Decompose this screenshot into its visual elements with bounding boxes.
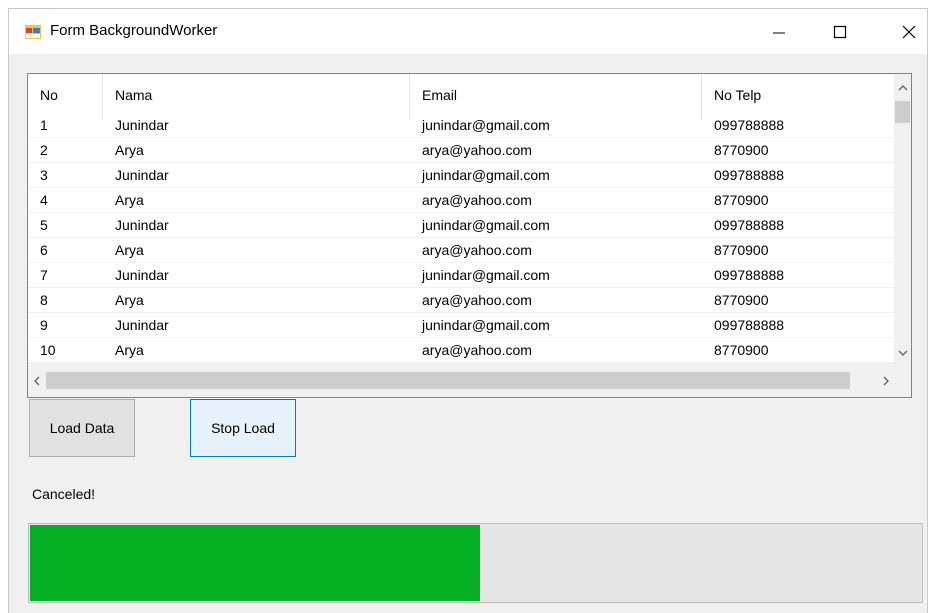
cell-email[interactable]: junindar@gmail.com [410,213,550,237]
progress-fill [30,525,480,601]
table-row[interactable]: 9 Junindar junindar@gmail.com 099788888 [28,313,896,338]
table-row[interactable]: 8 Arya arya@yahoo.com 8770900 [28,288,896,313]
cell-no-telp[interactable]: 099788888 [702,213,784,237]
cell-email[interactable]: junindar@gmail.com [410,313,550,337]
scroll-down-button[interactable] [894,344,911,361]
cell-email[interactable]: arya@yahoo.com [410,288,532,312]
vertical-scroll-thumb[interactable] [895,101,910,123]
cell-no-telp[interactable]: 8770900 [702,188,769,212]
scroll-right-button[interactable] [877,372,894,389]
cell-no[interactable]: 1 [28,113,48,137]
progress-bar [28,523,923,603]
cell-nama[interactable]: Arya [103,188,144,212]
cell-nama[interactable]: Junindar [103,263,169,287]
cell-email[interactable]: arya@yahoo.com [410,338,532,362]
scrollbar-corner [894,363,911,397]
cell-no[interactable]: 3 [28,163,48,187]
chevron-down-icon [898,350,907,356]
cell-nama[interactable]: Arya [103,138,144,162]
table-row[interactable]: 10 Arya arya@yahoo.com 8770900 [28,338,896,363]
cell-nama[interactable]: Junindar [103,213,169,237]
table-row[interactable]: 1 Junindar junindar@gmail.com 099788888 [28,113,896,138]
cell-nama[interactable]: Arya [103,238,144,262]
chevron-left-icon [33,376,39,385]
cell-no-telp[interactable]: 8770900 [702,238,769,262]
stop-load-button[interactable]: Stop Load [190,399,296,457]
chevron-right-icon [883,376,889,385]
table-row[interactable]: 6 Arya arya@yahoo.com 8770900 [28,238,896,263]
table-row[interactable]: 3 Junindar junindar@gmail.com 099788888 [28,163,896,188]
cell-no-telp[interactable]: 099788888 [702,113,784,137]
cell-email[interactable]: arya@yahoo.com [410,238,532,262]
app-form-icon [25,24,41,40]
cell-no-telp[interactable]: 8770900 [702,338,769,362]
close-icon [902,25,916,38]
load-data-button[interactable]: Load Data [29,399,135,457]
minimize-icon [773,32,785,33]
cell-no[interactable]: 7 [28,263,48,287]
maximize-icon [833,25,847,38]
app-window: Form BackgroundWorker No Nama Email No T… [8,8,928,613]
horizontal-scroll-thumb[interactable] [46,372,850,389]
cell-nama[interactable]: Junindar [103,163,169,187]
cell-email[interactable]: arya@yahoo.com [410,138,532,162]
window-title: Form BackgroundWorker [50,22,218,39]
data-grid[interactable]: No Nama Email No Telp 1 Junindar junindar@… [27,73,912,398]
cell-nama[interactable]: Arya [103,288,144,312]
chevron-up-icon [898,84,907,90]
table-row[interactable]: 7 Junindar junindar@gmail.com 099788888 [28,263,896,288]
cell-email[interactable]: arya@yahoo.com [410,188,532,212]
cell-no[interactable]: 6 [28,238,48,262]
cell-nama[interactable]: Junindar [103,113,169,137]
vertical-scrollbar[interactable] [894,74,911,363]
cell-nama[interactable]: Arya [103,338,144,362]
cell-email[interactable]: junindar@gmail.com [410,163,550,187]
cell-no-telp[interactable]: 8770900 [702,288,769,312]
table-row[interactable]: 5 Junindar junindar@gmail.com 099788888 [28,213,896,238]
cell-no[interactable]: 5 [28,213,48,237]
maximize-button[interactable] [817,9,863,54]
cell-email[interactable]: junindar@gmail.com [410,263,550,287]
horizontal-scrollbar[interactable] [28,363,894,397]
close-button[interactable] [886,9,930,54]
cell-no-telp[interactable]: 099788888 [702,263,784,287]
cell-no-telp[interactable]: 099788888 [702,163,784,187]
scroll-left-button[interactable] [28,372,45,389]
title-bar[interactable]: Form BackgroundWorker [9,9,927,54]
cell-nama[interactable]: Junindar [103,313,169,337]
table-row[interactable]: 2 Arya arya@yahoo.com 8770900 [28,138,896,163]
cell-no-telp[interactable]: 8770900 [702,138,769,162]
table-row[interactable]: 4 Arya arya@yahoo.com 8770900 [28,188,896,213]
minimize-button[interactable] [756,9,802,54]
cell-no[interactable]: 8 [28,288,48,312]
status-label: Canceled! [32,486,96,502]
cell-no[interactable]: 2 [28,138,48,162]
cell-no[interactable]: 4 [28,188,48,212]
cell-no[interactable]: 9 [28,313,48,337]
cell-email[interactable]: junindar@gmail.com [410,113,550,137]
cell-no-telp[interactable]: 099788888 [702,313,784,337]
scroll-up-button[interactable] [894,79,911,96]
cell-no[interactable]: 10 [28,338,56,362]
